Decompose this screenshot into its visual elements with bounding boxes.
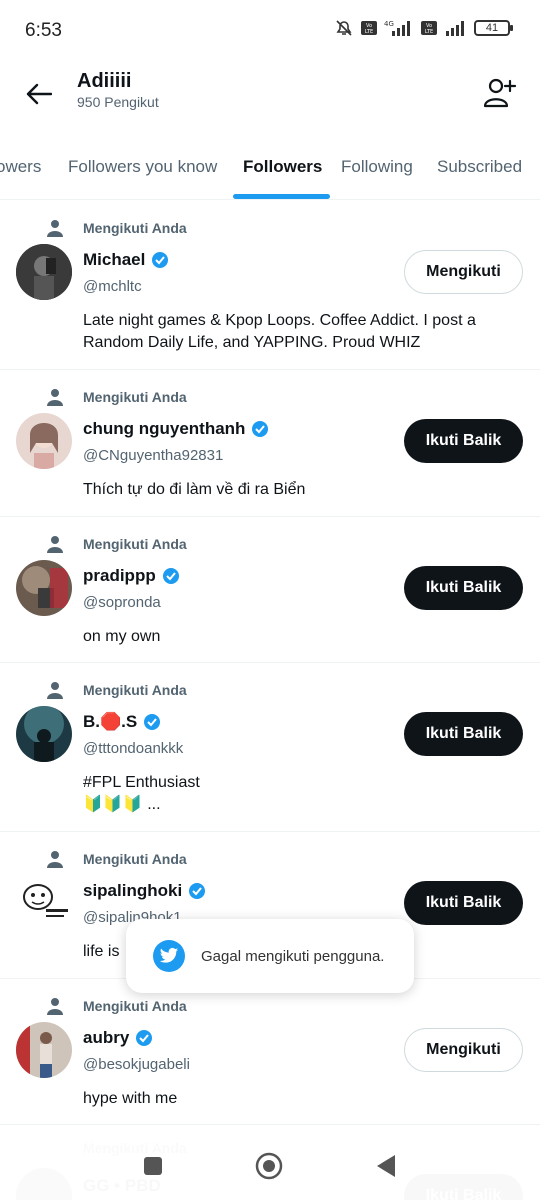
svg-text:LTE: LTE — [365, 29, 373, 35]
avatar[interactable] — [16, 244, 72, 300]
verified-badge-icon — [136, 1030, 153, 1046]
list-item[interactable]: Mengikuti Anda aubry @besokjugabeli Meng… — [0, 979, 540, 1125]
avatar[interactable] — [16, 706, 72, 762]
system-back-button[interactable] — [375, 1154, 397, 1183]
verified-badge-icon — [189, 883, 206, 899]
tab-followers-you-know[interactable]: Followers you know — [68, 157, 217, 177]
volte-icon: VoLTE — [361, 21, 377, 35]
follows-you-label: Mengikuti Anda — [83, 851, 187, 867]
status-icons: Vo LTE 4G Vo LTE 41 — [334, 18, 513, 38]
user-name[interactable]: sipalinghoki — [83, 881, 182, 901]
twitter-bird-icon — [153, 940, 185, 972]
add-user-icon — [483, 78, 517, 108]
tab-subscribed[interactable]: Subscribed — [437, 157, 522, 177]
avatar[interactable] — [16, 875, 72, 931]
user-name-row[interactable]: sipalinghoki — [83, 881, 206, 901]
verified-badge-icon — [162, 568, 179, 584]
volte-icon-2: VoLTE — [421, 21, 437, 35]
status-time: 6:53 — [25, 20, 62, 41]
user-handle: @CNguyentha92831 — [83, 447, 224, 464]
user-handle: @sopronda — [83, 594, 161, 611]
follows-you-label: Mengikuti Anda — [83, 682, 187, 698]
signal-icon: 4G — [384, 20, 410, 36]
user-handle: @besokjugabeli — [83, 1056, 190, 1073]
user-name-row[interactable]: aubry — [83, 1028, 153, 1048]
following-button[interactable]: Mengikuti — [404, 250, 523, 294]
svg-text:LTE: LTE — [425, 29, 433, 35]
follows-you-label: Mengikuti Anda — [83, 536, 187, 552]
following-button[interactable]: Mengikuti — [404, 1028, 523, 1072]
recents-button[interactable] — [143, 1156, 163, 1181]
follows-you-label: Mengikuti Anda — [83, 998, 187, 1014]
verified-badge-icon — [152, 252, 169, 268]
person-icon — [47, 998, 63, 1015]
avatar[interactable] — [16, 413, 72, 469]
user-handle: @mchltc — [83, 278, 142, 295]
signal-icon-2 — [446, 21, 464, 36]
person-icon — [47, 389, 63, 406]
user-bio: hype with me — [83, 1090, 178, 1107]
arrow-left-icon — [26, 83, 52, 105]
user-bio: Thích tự do đi làm về đi ra Biển — [83, 481, 306, 498]
add-user-button[interactable] — [480, 73, 520, 113]
user-bio: on my own — [83, 628, 161, 645]
person-icon — [47, 682, 63, 699]
list-item[interactable]: Mengikuti Anda Michael @mchltc Mengikuti… — [0, 201, 540, 370]
user-name[interactable]: Michael — [83, 250, 145, 270]
battery-icon: 41 — [474, 20, 513, 36]
avatar[interactable] — [16, 1022, 72, 1078]
user-handle: @tttondoankkk — [83, 740, 184, 757]
user-bio: Late night games & Kpop Loops. Coffee Ad… — [83, 312, 476, 351]
tab-followers[interactable]: Followers — [243, 157, 322, 177]
triangle-back-icon — [377, 1154, 395, 1177]
user-bio: #FPL Enthusiast 🔰🔰🔰 ... — [83, 774, 200, 813]
verified-badge-icon — [144, 714, 161, 730]
verified-badge-icon — [252, 421, 269, 437]
mute-icon — [336, 20, 352, 36]
page-title: Adiiiii — [77, 70, 132, 92]
follow-back-button[interactable]: Ikuti Balik — [404, 419, 523, 463]
user-name[interactable]: aubry — [83, 1028, 129, 1048]
avatar[interactable] — [16, 560, 72, 616]
active-tab-indicator — [233, 194, 330, 199]
list-item[interactable]: Mengikuti Anda B.🛑.S @tttondoankkk Ikuti… — [0, 663, 540, 832]
follow-back-button[interactable]: Ikuti Balik — [404, 712, 523, 756]
toast-message: Gagal mengikuti pengguna. — [201, 947, 385, 965]
user-name-row[interactable]: B.🛑.S — [83, 712, 161, 732]
list-item[interactable]: Mengikuti Anda pradippp @sopronda Ikuti … — [0, 517, 540, 663]
user-name-row[interactable]: Michael — [83, 250, 169, 270]
status-bar: 6:53 Vo LTE 4G Vo LTE 41 — [0, 0, 540, 60]
toast: Gagal mengikuti pengguna. — [126, 919, 414, 993]
person-icon — [47, 536, 63, 553]
header: Adiiiii 950 Pengikut — [0, 60, 540, 130]
follower-count: 950 Pengikut — [77, 94, 159, 110]
user-name[interactable]: pradippp — [83, 566, 156, 586]
follow-back-button[interactable]: Ikuti Balik — [404, 881, 523, 925]
tab-bar: owers Followers you know Followers Follo… — [0, 140, 540, 200]
svg-text:4G: 4G — [384, 20, 394, 28]
home-circle-icon — [255, 1152, 283, 1179]
tab-verified-followers[interactable]: owers — [0, 157, 41, 177]
square-icon — [144, 1156, 162, 1175]
back-button[interactable] — [20, 75, 58, 113]
list-item[interactable]: Mengikuti Anda chung nguyenthanh @CNguye… — [0, 370, 540, 517]
user-name-row[interactable]: chung nguyenthanh — [83, 419, 269, 439]
person-icon — [47, 220, 63, 237]
user-name-row[interactable]: pradippp — [83, 566, 180, 586]
home-button[interactable] — [255, 1152, 283, 1185]
follows-you-label: Mengikuti Anda — [83, 220, 187, 236]
tab-following[interactable]: Following — [341, 157, 413, 177]
user-name[interactable]: chung nguyenthanh — [83, 419, 245, 439]
system-nav-bar — [0, 1136, 540, 1200]
follows-you-label: Mengikuti Anda — [83, 389, 187, 405]
user-name[interactable]: B.🛑.S — [83, 712, 137, 732]
follow-back-button[interactable]: Ikuti Balik — [404, 566, 523, 610]
person-icon — [47, 851, 63, 868]
